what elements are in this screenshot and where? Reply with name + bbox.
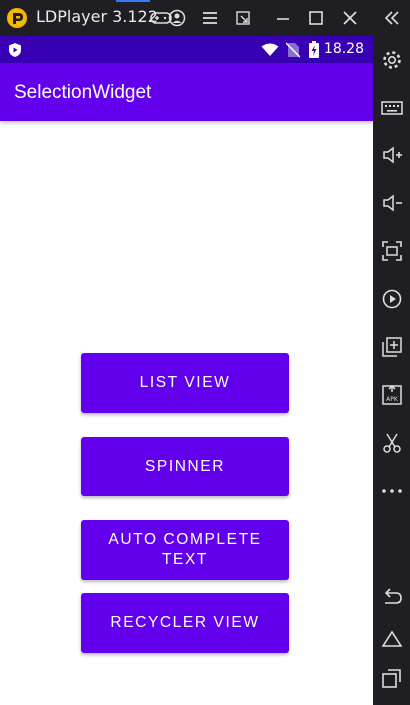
- maximize-icon[interactable]: [304, 6, 328, 30]
- multi-instance-icon[interactable]: [379, 334, 405, 360]
- emulator-toolbar: APK: [373, 0, 410, 705]
- no-sim-icon: [285, 42, 301, 62]
- auto-complete-button-label-line1: AUTO COMPLETE: [108, 531, 262, 548]
- svg-text:APK: APK: [386, 396, 399, 403]
- status-bar: 18.28: [0, 36, 373, 63]
- collapse-toolbar-icon[interactable]: [379, 5, 405, 31]
- volume-down-icon[interactable]: [379, 190, 405, 216]
- list-view-button-label: LIST VIEW: [139, 374, 231, 391]
- apk-install-icon[interactable]: APK: [379, 382, 405, 408]
- recent-apps-icon[interactable]: [379, 665, 405, 691]
- record-icon[interactable]: [379, 286, 405, 312]
- auto-complete-text-button[interactable]: AUTO COMPLETE TEXT: [81, 520, 289, 580]
- more-icon[interactable]: [379, 478, 405, 504]
- active-indicator: [116, 0, 150, 2]
- shield-notification-icon: [8, 42, 22, 62]
- battery-charging-icon: [309, 41, 319, 62]
- auto-complete-button-label-line2: TEXT: [161, 551, 208, 568]
- account-icon[interactable]: [165, 6, 189, 30]
- screenshot-scissors-icon[interactable]: [379, 430, 405, 456]
- app-bar: SelectionWidget: [0, 63, 373, 121]
- emulator-titlebar: LDPlayer 3.122: [0, 0, 373, 36]
- recycler-view-button-label: RECYCLER VIEW: [110, 614, 260, 631]
- spinner-button[interactable]: SPINNER: [81, 437, 289, 496]
- minimize-icon[interactable]: [271, 6, 295, 30]
- page-title: SelectionWidget: [14, 82, 152, 103]
- settings-icon[interactable]: [379, 47, 405, 73]
- list-view-button[interactable]: LIST VIEW: [81, 353, 289, 413]
- android-screen: 18.28 SelectionWidget LIST VIEW SPINNER …: [0, 36, 373, 705]
- recycler-view-button[interactable]: RECYCLER VIEW: [81, 593, 289, 653]
- ldplayer-logo-icon: [6, 7, 28, 29]
- minimize-to-tray-icon[interactable]: [231, 6, 255, 30]
- window-title: LDPlayer 3.122: [36, 7, 158, 26]
- status-time: 18.28: [323, 41, 364, 57]
- menu-icon[interactable]: [198, 6, 222, 30]
- spinner-button-label: SPINNER: [144, 457, 226, 475]
- fullscreen-icon[interactable]: [379, 238, 405, 264]
- back-icon[interactable]: [379, 585, 405, 611]
- keyboard-icon[interactable]: [379, 95, 405, 121]
- close-icon[interactable]: [338, 6, 362, 30]
- volume-up-icon[interactable]: [379, 142, 405, 168]
- home-icon[interactable]: [379, 626, 405, 652]
- wifi-icon: [261, 42, 279, 61]
